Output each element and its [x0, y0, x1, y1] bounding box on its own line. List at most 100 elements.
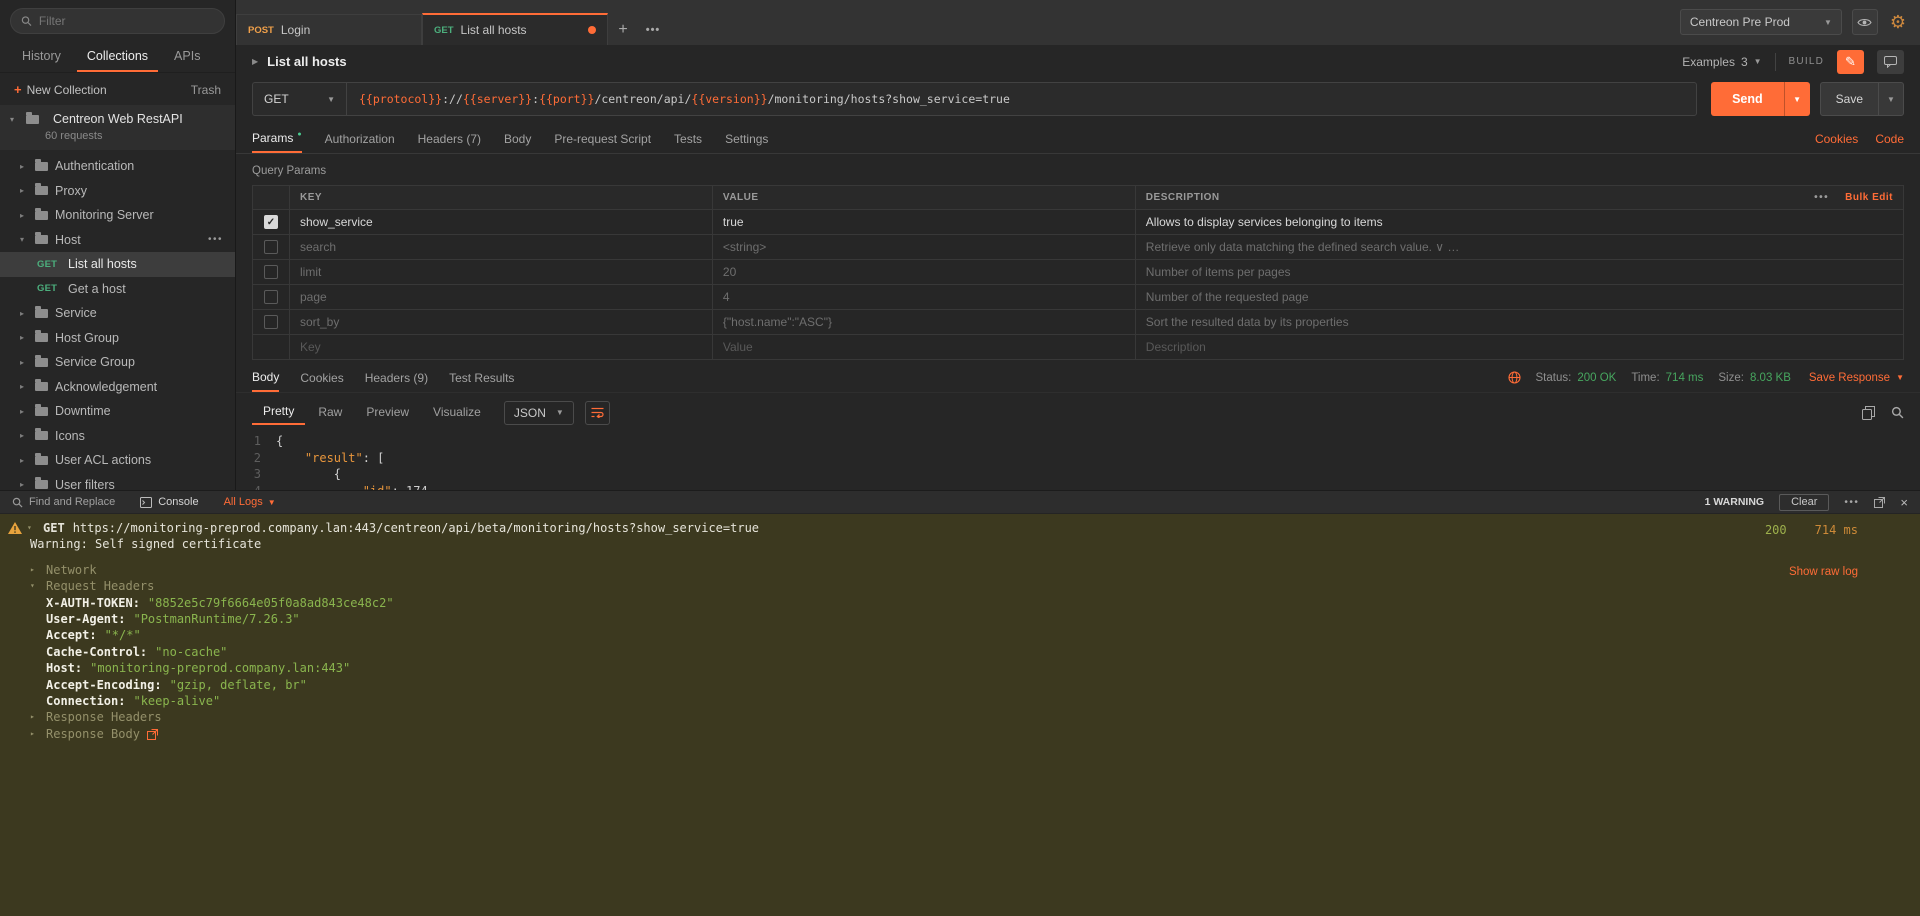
- param-key-placeholder[interactable]: Key: [289, 335, 712, 359]
- tab-response-body[interactable]: Body: [252, 363, 279, 392]
- sidebar-request-get-a-host[interactable]: GETGet a host: [0, 277, 235, 302]
- sidebar-folder-service[interactable]: ▸Service: [0, 301, 235, 326]
- log-filter-dropdown[interactable]: All Logs ▼: [224, 496, 276, 508]
- param-key[interactable]: show_service: [289, 210, 712, 234]
- tab-pre-request-script[interactable]: Pre-request Script: [554, 125, 651, 153]
- console-menu-button[interactable]: •••: [1844, 497, 1859, 508]
- send-button[interactable]: Send ▼: [1711, 82, 1810, 116]
- sidebar-folder-authentication[interactable]: ▸Authentication: [0, 154, 235, 179]
- tab-body[interactable]: Body: [504, 125, 531, 153]
- environment-selector[interactable]: Centreon Pre Prod ▼: [1680, 9, 1842, 35]
- filter-input[interactable]: [39, 14, 214, 28]
- trash-button[interactable]: Trash: [191, 83, 221, 97]
- sidebar-request-list-all-hosts[interactable]: GETList all hosts: [0, 252, 235, 277]
- open-in-new-window-button[interactable]: [1874, 497, 1885, 508]
- collection-root[interactable]: ▾ Centreon Web RestAPI 60 requests: [0, 105, 235, 150]
- chevron-right-icon[interactable]: ▶: [252, 57, 258, 66]
- tab-apis[interactable]: APIs: [164, 40, 210, 72]
- log-group-response-body[interactable]: ▸Response Body: [0, 726, 1920, 742]
- method-selector[interactable]: GET ▼: [252, 82, 346, 116]
- sidebar-folder-proxy[interactable]: ▸Proxy: [0, 179, 235, 204]
- log-group-network[interactable]: ▸Network: [0, 562, 1920, 578]
- new-collection-button[interactable]: +New Collection: [14, 82, 107, 97]
- sidebar-folder-service-group[interactable]: ▸Service Group: [0, 350, 235, 375]
- tab-headers[interactable]: Headers (7): [418, 125, 481, 153]
- param-description[interactable]: Sort the resulted data by its properties: [1135, 310, 1903, 334]
- param-description[interactable]: Allows to display services belonging to …: [1135, 210, 1903, 234]
- sidebar-folder-host-group[interactable]: ▸Host Group: [0, 326, 235, 351]
- code-link[interactable]: Code: [1875, 132, 1904, 146]
- edit-description-button[interactable]: ✎: [1837, 50, 1864, 74]
- view-preview[interactable]: Preview: [355, 401, 420, 424]
- params-menu-button[interactable]: •••: [1814, 192, 1829, 203]
- param-key[interactable]: search: [289, 235, 712, 259]
- external-link-icon[interactable]: [147, 729, 158, 740]
- tab-login[interactable]: POST Login: [236, 14, 422, 45]
- console-log-area[interactable]: ▾ GET https://monitoring-preprod.company…: [0, 514, 1920, 916]
- tab-collections[interactable]: Collections: [77, 40, 158, 72]
- environment-quick-look-button[interactable]: [1852, 9, 1878, 35]
- tab-history[interactable]: History: [12, 40, 71, 72]
- tab-list-all-hosts[interactable]: GET List all hosts: [422, 13, 608, 45]
- sidebar-folder-acknowledgement[interactable]: ▸Acknowledgement: [0, 375, 235, 400]
- sidebar-folder-downtime[interactable]: ▸Downtime: [0, 399, 235, 424]
- log-group-response-headers[interactable]: ▸Response Headers: [0, 709, 1920, 725]
- view-raw[interactable]: Raw: [307, 401, 353, 424]
- url-input[interactable]: {{protocol}}://{{server}}:{{port}}/centr…: [346, 82, 1697, 116]
- view-pretty[interactable]: Pretty: [252, 400, 305, 425]
- console-log-request-line[interactable]: ▾ GET https://monitoring-preprod.company…: [0, 520, 1920, 536]
- new-tab-button[interactable]: +: [608, 14, 638, 45]
- param-key[interactable]: limit: [289, 260, 712, 284]
- console-tab[interactable]: Console: [140, 496, 198, 508]
- param-description[interactable]: Retrieve only data matching the defined …: [1135, 235, 1903, 259]
- search-icon[interactable]: [1891, 406, 1904, 419]
- wrap-text-button[interactable]: [585, 401, 610, 425]
- save-response-button[interactable]: Save Response ▼: [1809, 372, 1904, 384]
- sidebar-folder-host[interactable]: ▾Host•••: [0, 228, 235, 253]
- param-value[interactable]: <string>: [712, 235, 1135, 259]
- send-options-button[interactable]: ▼: [1784, 82, 1810, 116]
- sidebar-folder-user-acl-actions[interactable]: ▸User ACL actions: [0, 448, 235, 473]
- param-value[interactable]: 4: [712, 285, 1135, 309]
- param-value[interactable]: {"host.name":"ASC"}: [712, 310, 1135, 334]
- response-body-viewer[interactable]: 1{ 2 "result": [ 3 { 4 "id": 174,: [236, 428, 1920, 490]
- param-key[interactable]: page: [289, 285, 712, 309]
- bulk-edit-link[interactable]: Bulk Edit: [1845, 192, 1893, 203]
- sidebar-folder-user-filters[interactable]: ▸User filters: [0, 473, 235, 491]
- param-checkbox-checked[interactable]: ✓: [264, 215, 278, 229]
- tab-settings[interactable]: Settings: [725, 125, 768, 153]
- param-description[interactable]: Number of the requested page: [1135, 285, 1903, 309]
- param-description-placeholder[interactable]: Description: [1135, 335, 1903, 359]
- clear-console-button[interactable]: Clear: [1779, 494, 1829, 511]
- tab-response-cookies[interactable]: Cookies: [300, 363, 343, 392]
- format-selector[interactable]: JSON ▼: [504, 401, 574, 425]
- tab-options-button[interactable]: •••: [638, 14, 668, 45]
- param-value-placeholder[interactable]: Value: [712, 335, 1135, 359]
- tab-authorization[interactable]: Authorization: [325, 125, 395, 153]
- settings-gear-icon[interactable]: ⚙: [1890, 13, 1906, 31]
- sidebar-folder-monitoring-server[interactable]: ▸Monitoring Server: [0, 203, 235, 228]
- log-group-request-headers[interactable]: ▾Request Headers: [0, 578, 1920, 594]
- save-button[interactable]: Save ▼: [1820, 82, 1904, 116]
- item-menu-button[interactable]: •••: [208, 234, 223, 245]
- chevron-down-icon[interactable]: ▾: [27, 520, 37, 536]
- param-checkbox[interactable]: [264, 315, 278, 329]
- filter-input-box[interactable]: [10, 8, 225, 34]
- param-description[interactable]: Number of items per pages: [1135, 260, 1903, 284]
- find-and-replace-button[interactable]: Find and Replace: [12, 496, 115, 508]
- param-value[interactable]: 20: [712, 260, 1135, 284]
- param-checkbox[interactable]: [264, 240, 278, 254]
- view-visualize[interactable]: Visualize: [422, 401, 492, 424]
- tab-response-headers[interactable]: Headers (9): [365, 363, 428, 392]
- comments-button[interactable]: [1877, 50, 1904, 74]
- param-value[interactable]: true: [712, 210, 1135, 234]
- tab-test-results[interactable]: Test Results: [449, 363, 514, 392]
- tab-params[interactable]: Params●: [252, 125, 302, 153]
- param-checkbox[interactable]: [264, 265, 278, 279]
- sidebar-folder-icons[interactable]: ▸Icons: [0, 424, 235, 449]
- param-key[interactable]: sort_by: [289, 310, 712, 334]
- examples-dropdown[interactable]: Examples 3 ▼: [1682, 55, 1761, 69]
- show-raw-log-link[interactable]: Show raw log: [1789, 564, 1858, 580]
- copy-icon[interactable]: [1862, 406, 1875, 420]
- tab-tests[interactable]: Tests: [674, 125, 702, 153]
